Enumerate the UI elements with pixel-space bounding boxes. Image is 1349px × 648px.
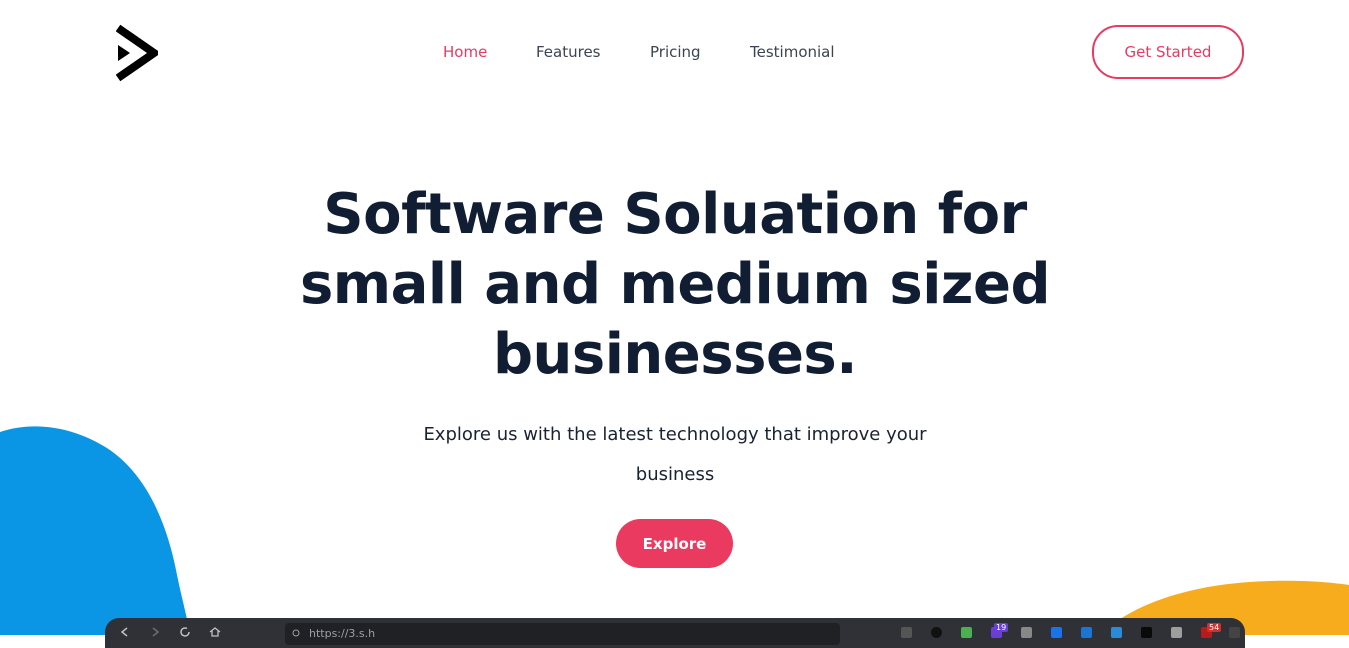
brand-logo[interactable] — [116, 22, 158, 82]
menu-icon[interactable] — [1229, 627, 1240, 638]
get-started-button[interactable]: Get Started — [1092, 25, 1244, 79]
extension-icon[interactable] — [1081, 627, 1092, 638]
address-bar-text: https://3.s.h — [309, 627, 376, 640]
extension-icon[interactable] — [1141, 627, 1152, 638]
extension-icon[interactable] — [1111, 627, 1122, 638]
extension-icon[interactable] — [931, 627, 942, 638]
forward-icon[interactable] — [149, 626, 161, 638]
blue-blob-decoration — [0, 426, 190, 635]
reload-icon[interactable] — [179, 626, 191, 638]
extension-icon[interactable] — [901, 627, 912, 638]
nav-pricing-link[interactable]: Pricing — [650, 42, 701, 62]
browser-toolbar: https://3.s.h 19 54 — [105, 618, 1245, 648]
back-icon[interactable] — [119, 626, 131, 638]
extension-badge: 19 — [994, 623, 1009, 632]
nav-testimonial-link[interactable]: Testimonial — [750, 42, 835, 62]
extension-icon[interactable] — [1021, 627, 1032, 638]
extension-icon[interactable] — [961, 627, 972, 638]
explore-button[interactable]: Explore — [616, 519, 733, 568]
extension-badge: 54 — [1207, 623, 1222, 632]
home-icon[interactable] — [209, 626, 221, 638]
nav-home-link[interactable]: Home — [443, 42, 487, 62]
hero-title: Software Soluation for small and medium … — [299, 182, 1051, 387]
extension-icon[interactable] — [1051, 627, 1062, 638]
hero-subtitle: Explore us with the latest technology th… — [423, 424, 927, 485]
lock-icon — [292, 629, 300, 637]
nav-features-link[interactable]: Features — [536, 42, 601, 62]
address-bar[interactable]: https://3.s.h — [285, 623, 840, 645]
extension-icon[interactable] — [1171, 627, 1182, 638]
